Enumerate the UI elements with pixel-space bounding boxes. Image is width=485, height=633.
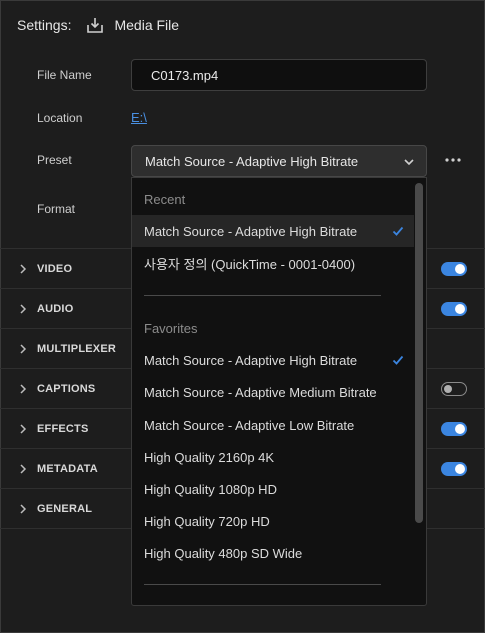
- dropdown-item[interactable]: High Quality 720p HD: [132, 505, 414, 537]
- dropdown-item[interactable]: Match Source - Adaptive Medium Bitrate: [132, 376, 414, 408]
- preset-dropdown[interactable]: Recent Match Source - Adaptive High Bitr…: [131, 177, 427, 606]
- file-name-label: File Name: [37, 68, 92, 82]
- effects-toggle[interactable]: [441, 422, 467, 436]
- item-label: Match Source - Adaptive Medium Bitrate: [144, 384, 377, 400]
- metadata-toggle[interactable]: [441, 462, 467, 476]
- chevron-right-icon: [18, 343, 28, 355]
- item-label: Match Source - Adaptive Low Bitrate: [144, 417, 355, 433]
- video-toggle[interactable]: [441, 262, 467, 276]
- chevron-right-icon: [18, 303, 28, 315]
- settings-header: Settings: Media File: [17, 15, 179, 35]
- more-icon[interactable]: [442, 150, 464, 170]
- preset-select[interactable]: Match Source - Adaptive High Bitrate: [131, 145, 427, 177]
- toggle-knob: [455, 304, 465, 314]
- toggle-knob: [444, 385, 452, 393]
- location-label: Location: [37, 111, 83, 125]
- chevron-right-icon: [18, 463, 28, 475]
- dropdown-scrollbar[interactable]: [415, 183, 423, 523]
- chevron-right-icon: [18, 263, 28, 275]
- chevron-right-icon: [18, 503, 28, 515]
- dropdown-item[interactable]: High Quality 2160p 4K: [132, 441, 414, 473]
- section-label: AUDIO: [37, 303, 74, 315]
- chevron-down-icon: [402, 155, 416, 169]
- section-label: MULTIPLEXER: [37, 343, 116, 355]
- file-name-value: C0173.mp4: [151, 67, 219, 83]
- section-label: VIDEO: [37, 263, 73, 275]
- toggle-knob: [455, 424, 465, 434]
- item-label: High Quality 480p SD Wide: [144, 545, 303, 561]
- section-label: METADATA: [37, 463, 98, 475]
- dropdown-item[interactable]: Match Source - Adaptive Low Bitrate: [132, 409, 414, 441]
- format-label: Format: [37, 202, 76, 216]
- preset-label: Preset: [37, 153, 72, 167]
- audio-toggle[interactable]: [441, 302, 467, 316]
- chevron-right-icon: [18, 423, 28, 435]
- favorites-header: Favorites: [144, 321, 198, 336]
- item-label: High Quality 720p HD: [144, 513, 270, 529]
- toggle-knob: [455, 464, 465, 474]
- destination-label: Media File: [114, 17, 180, 33]
- section-label: GENERAL: [37, 503, 93, 515]
- dropdown-item[interactable]: 사용자 정의 (QuickTime - 0001-0400): [132, 247, 414, 279]
- checkmark-icon: [392, 225, 404, 237]
- item-label: High Quality 1080p HD: [144, 481, 277, 497]
- dropdown-item[interactable]: High Quality 1080p HD: [132, 473, 414, 505]
- item-label: High Quality 2160p 4K: [144, 449, 275, 465]
- section-label: CAPTIONS: [37, 383, 96, 395]
- file-name-field[interactable]: C0173.mp4: [131, 59, 427, 91]
- preset-value: Match Source - Adaptive High Bitrate: [145, 153, 359, 169]
- export-icon: [85, 15, 105, 35]
- dropdown-item[interactable]: Match Source - Adaptive High Bitrate: [132, 215, 414, 247]
- toggle-knob: [455, 264, 465, 274]
- chevron-right-icon: [18, 383, 28, 395]
- captions-toggle[interactable]: [441, 382, 467, 396]
- location-link[interactable]: E:\: [131, 110, 147, 125]
- item-label: Match Source - Adaptive High Bitrate: [144, 223, 358, 239]
- dropdown-separator: [144, 584, 381, 585]
- dropdown-separator: [144, 295, 381, 296]
- recent-header: Recent: [144, 192, 186, 207]
- dropdown-item[interactable]: High Quality 480p SD Wide: [132, 537, 414, 569]
- settings-label: Settings:: [17, 17, 72, 33]
- checkmark-icon: [392, 354, 404, 366]
- dropdown-item[interactable]: Match Source - Adaptive High Bitrate: [132, 344, 414, 376]
- section-label: EFFECTS: [37, 423, 89, 435]
- item-label: 사용자 정의 (QuickTime - 0001-0400): [144, 256, 356, 272]
- item-label: Match Source - Adaptive High Bitrate: [144, 352, 358, 368]
